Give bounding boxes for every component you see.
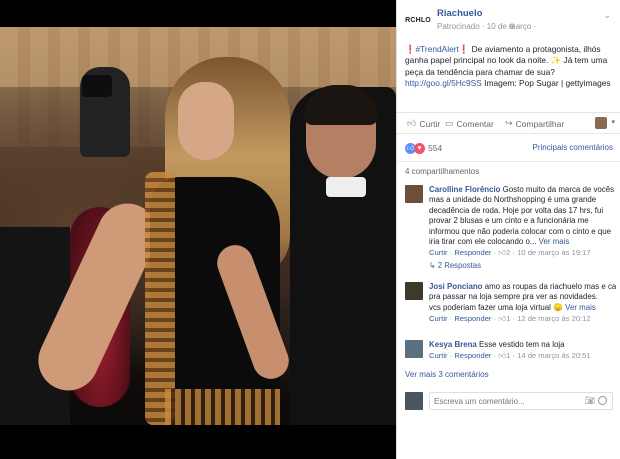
comment-order-dropdown[interactable]: Principais comentários bbox=[533, 143, 613, 152]
post-photo[interactable] bbox=[0, 27, 396, 425]
comment-reply-link[interactable]: Responder bbox=[454, 248, 491, 257]
comment-like-link[interactable]: Curtir bbox=[429, 248, 448, 257]
comment-button[interactable]: ▭ Comentar bbox=[445, 118, 494, 129]
comment-meta: Curtir · Responder · 👍︎1 · 14 de março à… bbox=[429, 351, 591, 361]
avatar[interactable] bbox=[405, 185, 423, 203]
avatar[interactable] bbox=[405, 282, 423, 300]
thumbs-up-icon: 👍︎ bbox=[407, 118, 417, 128]
comment-text: Esse vestido tem na loja bbox=[476, 340, 565, 349]
hashtag-link[interactable]: #TrendAlert bbox=[415, 44, 458, 54]
write-comment: 📷︎ bbox=[405, 390, 613, 412]
reactions-bar: 👍︎ ♥ 554 Principais comentários bbox=[397, 134, 620, 162]
comment-body: Josi Ponciano amo as roupas da riachuelo… bbox=[429, 282, 617, 325]
avatar[interactable] bbox=[405, 340, 423, 358]
comment-reply-link[interactable]: Responder bbox=[454, 351, 491, 360]
love-reaction-icon[interactable]: ♥ bbox=[414, 143, 425, 154]
comment-reply-link[interactable]: Responder bbox=[454, 314, 491, 323]
like-button[interactable]: 👍︎ Curtir bbox=[407, 118, 440, 129]
comment-time[interactable]: 14 de março às 20:51 bbox=[517, 351, 590, 360]
caption-text: Imagem: Pop Sugar | gettyimages bbox=[481, 77, 611, 88]
post-panel: RCHLO Riachuelo Patrocinado · 10 de març… bbox=[396, 0, 620, 459]
share-button[interactable]: ↪ Compartilhar bbox=[505, 118, 564, 129]
action-bar: 👍︎ Curtir ▭ Comentar ↪ Compartilhar ▾ bbox=[397, 112, 620, 134]
photo-camera bbox=[82, 75, 112, 97]
more-comments-link[interactable]: Ver mais 3 comentários bbox=[405, 370, 489, 379]
comment-meta: Curtir · Responder · 👍︎1 · 12 de março à… bbox=[429, 314, 591, 324]
comment-meta: Curtir · Responder · 👍︎2 · 10 de março à… bbox=[429, 248, 591, 258]
thumbs-up-icon: 👍︎ bbox=[498, 248, 507, 258]
avatar[interactable] bbox=[595, 117, 607, 129]
comment-label: Comentar bbox=[456, 118, 494, 129]
emoji-icon[interactable] bbox=[598, 396, 607, 405]
reaction-count[interactable]: 554 bbox=[428, 143, 442, 153]
replies-link[interactable]: ↳ 2 Respostas bbox=[429, 261, 617, 271]
see-more-link[interactable]: Ver mais bbox=[536, 237, 570, 246]
photo-face bbox=[178, 82, 234, 160]
page-name[interactable]: Riachuelo bbox=[437, 8, 482, 19]
avatar bbox=[405, 392, 423, 410]
comment-time[interactable]: 10 de março às 19:17 bbox=[517, 248, 590, 257]
thumbs-up-icon: 👍︎ bbox=[498, 314, 507, 324]
globe-icon: 🌐︎ bbox=[509, 22, 516, 31]
page-logo[interactable]: RCHLO bbox=[405, 10, 431, 30]
like-label: Curtir bbox=[419, 118, 441, 129]
comment-icon: ▭ bbox=[445, 118, 454, 128]
comment-like-count: 1 bbox=[506, 314, 511, 324]
post-caption: ❗#TrendAlert❗ De aviamento a protagonist… bbox=[405, 44, 615, 89]
post-header: RCHLO Riachuelo Patrocinado · 10 de març… bbox=[397, 0, 620, 42]
photo-dress-hem bbox=[165, 389, 280, 425]
chevron-down-icon[interactable]: ⌄ bbox=[603, 10, 611, 21]
comment-text: Gosto muito da marca de vocês mas a unid… bbox=[429, 185, 615, 247]
comment-like-count: 1 bbox=[506, 351, 511, 361]
logo-text: RCHLO bbox=[405, 16, 431, 24]
comment-text: vcs poderiam fazer uma loja virtual bbox=[429, 302, 551, 312]
post-time[interactable]: Patrocinado · 10 de março · bbox=[437, 22, 536, 31]
thumbs-up-icon: 👍︎ bbox=[498, 351, 507, 361]
comment-author[interactable]: Carolline Florêncio bbox=[429, 185, 500, 194]
share-icon: ↪ bbox=[505, 118, 513, 128]
camera-icon[interactable]: 📷︎ bbox=[585, 396, 595, 405]
lightbox: RCHLO Riachuelo Patrocinado · 10 de març… bbox=[0, 0, 620, 459]
see-more-link[interactable]: Ver mais bbox=[563, 303, 596, 312]
caption-link[interactable]: http://goo.gl/5Hc9SS bbox=[405, 78, 482, 88]
alert-icon: ❗ bbox=[458, 44, 470, 54]
comment-time[interactable]: 12 de março às 20:12 bbox=[517, 314, 590, 323]
photo-man-collar bbox=[326, 177, 366, 197]
comment-author[interactable]: Kesya Brena bbox=[429, 340, 477, 349]
shares-count[interactable]: 4 compartilhamentos bbox=[405, 167, 479, 176]
comment-like-count: 2 bbox=[506, 248, 511, 258]
comment-like-link[interactable]: Curtir bbox=[429, 314, 448, 323]
alert-icon: ❗ bbox=[405, 44, 416, 54]
comment-body: Kesya Brena Esse vestido tem na loja Cur… bbox=[429, 340, 617, 362]
caret-down-icon[interactable]: ▾ bbox=[611, 118, 615, 126]
sparkle-icon: ✨ bbox=[550, 55, 562, 66]
comment-like-link[interactable]: Curtir bbox=[429, 351, 448, 360]
share-label: Compartilhar bbox=[515, 118, 565, 129]
sad-face-icon: 😞 bbox=[553, 302, 563, 312]
comment-body: Carolline Florêncio Gosto muito da marca… bbox=[429, 185, 617, 271]
comment-author[interactable]: Josi Ponciano bbox=[429, 282, 483, 291]
photo-dress-trim bbox=[145, 172, 175, 425]
